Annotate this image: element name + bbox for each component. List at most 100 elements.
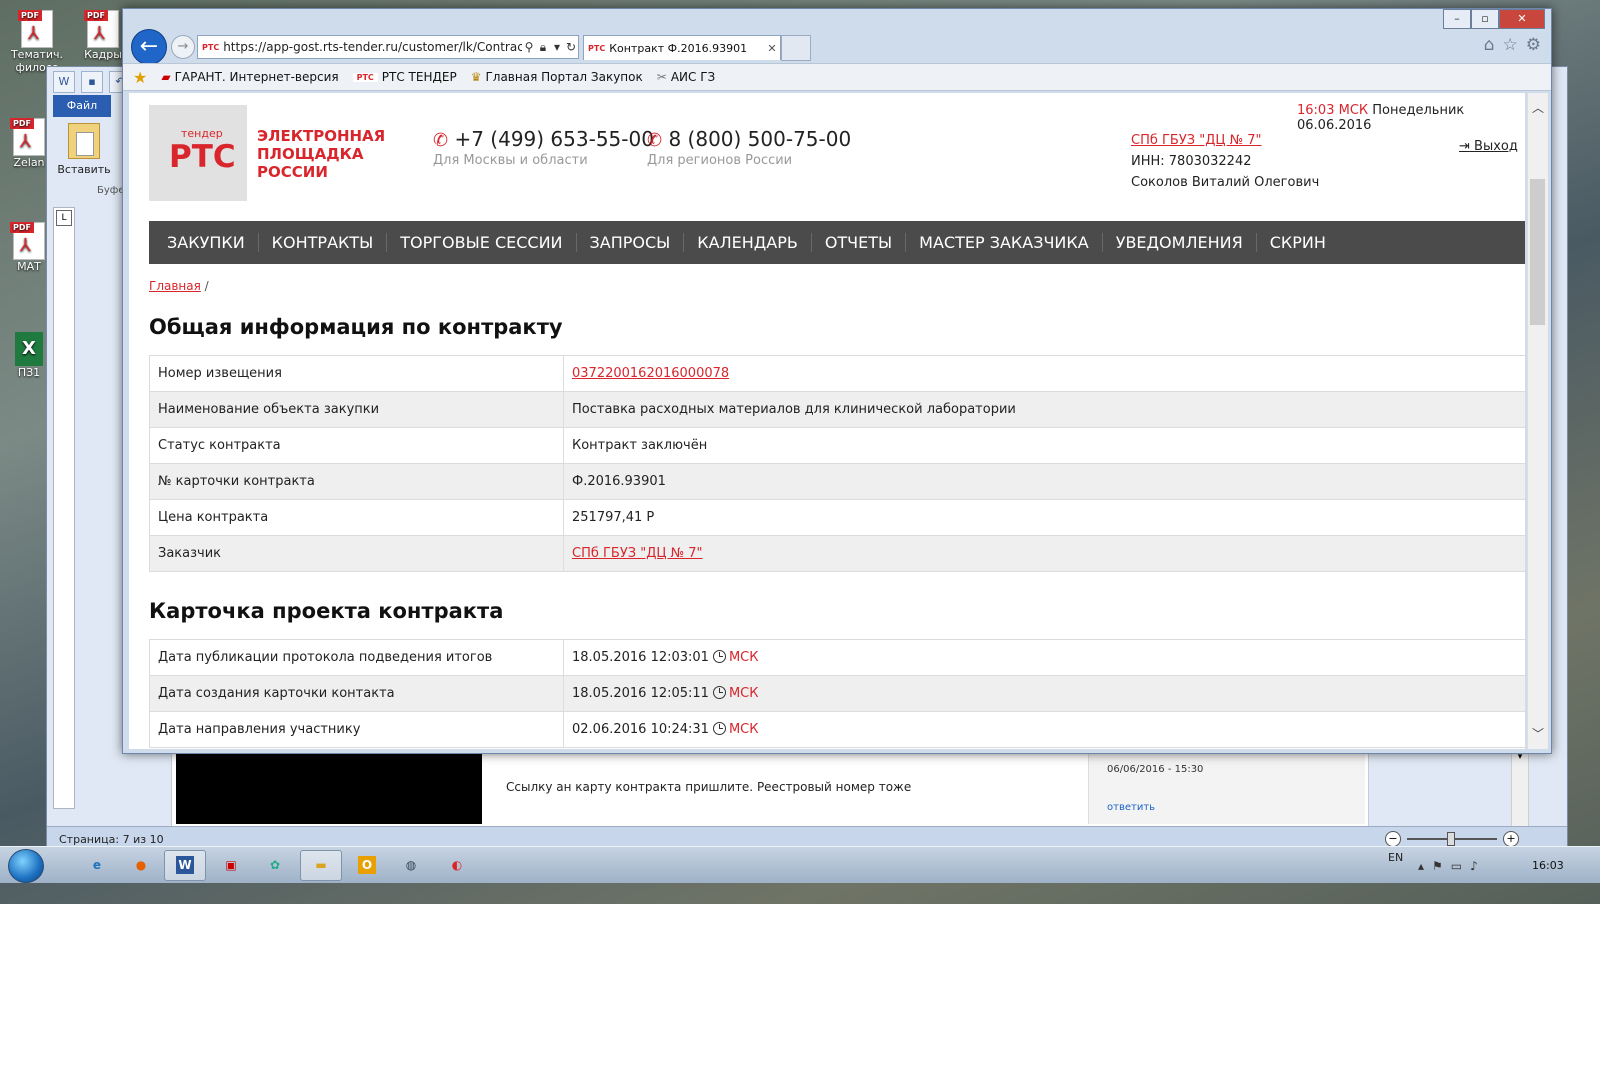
browser-tab[interactable]: РТС Контракт Ф.2016.93901 ✕ xyxy=(583,35,781,60)
menu-item-requests[interactable]: ЗАПРОСЫ xyxy=(577,233,685,252)
forward-button[interactable]: → xyxy=(171,35,195,59)
taskbar-acrobat[interactable]: ▣ xyxy=(210,850,252,881)
show-hidden-icons-icon[interactable]: ▴ xyxy=(1418,859,1424,873)
pdf-file-icon: PDF ⅄ xyxy=(84,10,119,48)
menu-item-zakupki[interactable]: ЗАКУПКИ xyxy=(154,233,259,252)
clock[interactable]: 16:03 xyxy=(1532,859,1564,872)
minimize-button[interactable]: – xyxy=(1443,9,1471,29)
page-scrollbar[interactable]: ︿ ﹀ xyxy=(1527,93,1548,749)
reply-link[interactable]: ответить xyxy=(1107,802,1155,813)
pdf-file-icon: PDF ⅄ xyxy=(18,10,53,48)
datetime-value: 18.05.2016 12:03:01 xyxy=(572,650,709,665)
row-value: 0372200162016000078 xyxy=(563,355,1525,392)
menu-item-trade-sessions[interactable]: ТОРГОВЫЕ СЕССИИ xyxy=(387,233,577,252)
notice-number-link[interactable]: 0372200162016000078 xyxy=(572,366,729,381)
table-row: Цена контракта 251797,41 Р xyxy=(149,499,1525,536)
save-icon[interactable]: ▪ xyxy=(81,71,103,93)
clock-icon xyxy=(712,650,726,663)
desktop-icon-pdf-1[interactable]: PDF ⅄ Тематич. филосо xyxy=(4,10,70,74)
phone-moscow-caption: Для Москвы и области xyxy=(433,153,588,168)
search-icon[interactable]: ⚲ xyxy=(522,40,536,54)
paste-button[interactable]: Вставить xyxy=(53,119,115,219)
refresh-icon[interactable]: ↻ xyxy=(564,40,578,54)
gear-icon[interactable]: ⚙ xyxy=(1526,35,1541,55)
address-url[interactable]: https://app-gost.rts-tender.ru/customer/… xyxy=(223,40,522,54)
server-datetime: 16:03 МСК Понедельник 06.06.2016 xyxy=(1297,103,1525,133)
menu-item-screen[interactable]: СКРИН xyxy=(1257,233,1339,252)
zoom-out-button[interactable]: − xyxy=(1385,831,1401,847)
document-page[interactable]: Ссылку ан карту контракта пришлите. Реес… xyxy=(171,751,1369,829)
row-value: 251797,41 Р xyxy=(563,499,1525,536)
menu-item-notifications[interactable]: УВЕДОМЛЕНИЯ xyxy=(1103,233,1257,252)
close-button[interactable]: ✕ xyxy=(1499,9,1545,29)
taskbar-firefox[interactable]: ● xyxy=(120,850,162,881)
zoom-in-button[interactable]: + xyxy=(1503,831,1519,847)
phone-regions-caption: Для регионов России xyxy=(647,153,793,168)
zoom-slider-thumb[interactable] xyxy=(1447,832,1455,846)
taskbar-explorer[interactable]: ▬ xyxy=(300,850,342,881)
system-tray: ▴ ⚑ ▭ ♪ xyxy=(1418,859,1478,873)
favorite-zakupki[interactable]: ♛ Главная Портал Закупок xyxy=(471,70,643,84)
favorites-star-icon[interactable]: ☆ xyxy=(1503,35,1518,55)
taskbar-outlook[interactable]: O xyxy=(346,850,388,881)
emblem-icon: ♛ xyxy=(470,70,482,84)
start-button[interactable] xyxy=(8,849,44,883)
row-label: Дата создания карточки контакта xyxy=(149,675,564,712)
customer-link[interactable]: СПб ГБУЗ "ДЦ № 7" xyxy=(572,546,703,561)
favorite-ais[interactable]: ✂ АИС ГЗ xyxy=(657,70,715,84)
volume-icon[interactable]: ♪ xyxy=(1470,859,1478,873)
network-icon: ✿ xyxy=(269,858,281,872)
favorites-icon[interactable]: ★ xyxy=(133,68,147,87)
new-tab-button[interactable] xyxy=(781,35,811,61)
phone-moscow: ✆ +7 (499) 653-55-00 xyxy=(433,127,654,151)
flag-icon: ▰ xyxy=(161,70,171,84)
zoom-slider[interactable] xyxy=(1407,832,1497,846)
menu-item-calendar[interactable]: КАЛЕНДАРЬ xyxy=(684,233,812,252)
quick-access-toolbar: W ▪ ↶ xyxy=(53,71,131,93)
site-logo[interactable]: тендер РТС xyxy=(149,105,247,201)
taskbar-globe[interactable]: ◍ xyxy=(390,850,432,881)
taskbar-word[interactable]: W xyxy=(164,850,206,881)
menu-item-reports[interactable]: ОТЧЕТЫ xyxy=(812,233,907,252)
home-icon[interactable]: ⌂ xyxy=(1484,35,1495,55)
organization-link[interactable]: СПб ГБУЗ "ДЦ № 7" xyxy=(1131,133,1262,148)
logout-link[interactable]: ⇥ Выход xyxy=(1459,139,1518,154)
favorite-label: РТС ТЕНДЕР xyxy=(381,70,457,84)
taskbar-app2[interactable]: ◐ xyxy=(436,850,478,881)
row-label: Дата публикации протокола подведения ито… xyxy=(149,639,564,676)
comment-date: 06/06/2016 - 15:30 xyxy=(1107,764,1204,775)
flag-icon[interactable]: ⚑ xyxy=(1432,859,1443,873)
tab-stop-selector[interactable]: L xyxy=(56,210,72,226)
row-label: Наименование объекта закупки xyxy=(149,391,564,428)
menu-item-customer-wizard[interactable]: МАСТЕР ЗАКАЗЧИКА xyxy=(906,233,1103,252)
row-label: № карточки контракта xyxy=(149,463,564,500)
menu-item-contracts[interactable]: КОНТРАКТЫ xyxy=(259,233,388,252)
file-tab[interactable]: Файл xyxy=(53,95,111,117)
logout-label: Выход xyxy=(1474,139,1518,154)
taskbar-app[interactable]: ✿ xyxy=(254,850,296,881)
clock-icon xyxy=(712,722,726,735)
maximize-button[interactable]: ▫ xyxy=(1471,9,1499,29)
scroll-thumb[interactable] xyxy=(1530,179,1545,325)
back-button[interactable]: ← xyxy=(131,29,167,65)
address-bar[interactable]: РТС https://app-gost.rts-tender.ru/custo… xyxy=(197,35,579,59)
page-indicator[interactable]: Страница: 7 из 10 xyxy=(59,833,164,846)
window-controls: – ▫ ✕ xyxy=(1443,9,1545,29)
clipboard-group-label: Буфе xyxy=(97,185,125,196)
logo-big-text: РТС xyxy=(169,139,236,175)
lock-icon[interactable]: 🔒︎ xyxy=(536,40,550,55)
favorite-rts[interactable]: РТС РТС ТЕНДЕР xyxy=(352,70,457,84)
vertical-scrollbar[interactable]: ▾ xyxy=(1511,751,1529,829)
monitor-icon[interactable]: ▭ xyxy=(1451,859,1462,873)
browser-window: – ▫ ✕ ← → РТС https://app-gost.rts-tende… xyxy=(122,8,1552,754)
row-value: Ф.2016.93901 xyxy=(563,463,1525,500)
breadcrumb-home[interactable]: Главная xyxy=(149,279,201,293)
dropdown-icon[interactable]: ▾ xyxy=(550,40,564,54)
tab-close-icon[interactable]: ✕ xyxy=(764,42,780,55)
scroll-down-icon[interactable]: ﹀ xyxy=(1528,725,1548,743)
favorite-label: Главная Портал Закупок xyxy=(485,70,643,84)
scroll-up-icon[interactable]: ︿ xyxy=(1528,99,1548,117)
favorite-garant[interactable]: ▰ ГАРАНТ. Интернет-версия xyxy=(161,70,338,84)
taskbar-ie[interactable]: e xyxy=(76,850,118,881)
language-indicator[interactable]: EN xyxy=(1388,851,1403,864)
